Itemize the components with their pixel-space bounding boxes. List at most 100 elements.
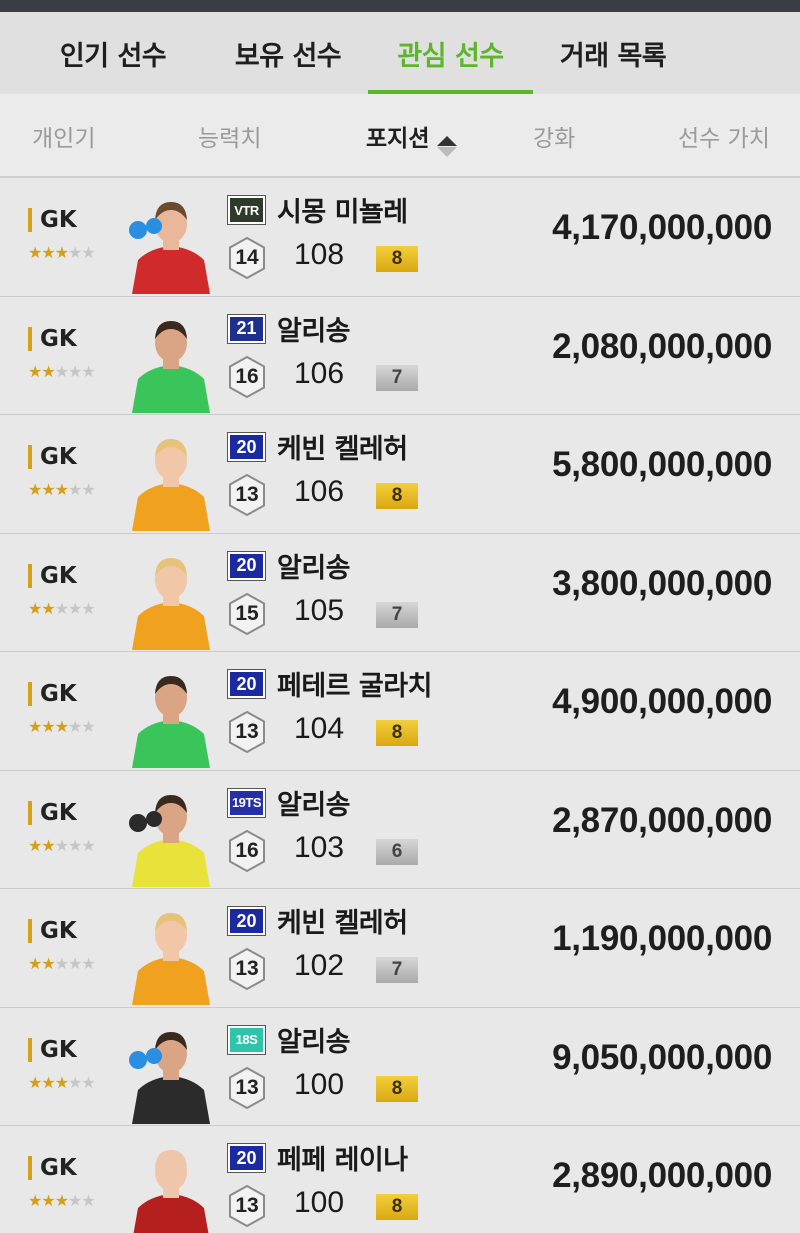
position-label: GK [28, 680, 77, 708]
sort-bar: 개인기 능력치 포지션 강화 선수 가치 [0, 94, 800, 178]
player-row-8[interactable]: GK ★★★★★ 18S 알리송 13 100 8 9,050,000,000 [0, 1007, 800, 1126]
level-hexagon: 13 [227, 947, 267, 991]
level-hexagon: 13 [227, 1066, 267, 1110]
star-icon: ★ [81, 598, 95, 618]
enhance-grade-badge: 7 [376, 957, 418, 983]
position-color-bar [28, 326, 32, 351]
level-hexagon: 14 [227, 236, 267, 280]
level-number: 13 [235, 720, 259, 743]
star-icon: ★ [41, 480, 55, 499]
enhance-grade-badge: 8 [376, 246, 418, 272]
player-row-1[interactable]: GK ★★★★★ VTR 시몽 미뇰레 14 108 8 4,170,000,0… [0, 178, 800, 297]
star-icon: ★ [54, 480, 69, 499]
player-row-6[interactable]: GK ★★★★★ 19TS 알리송 16 103 6 2,870,000,000 [0, 770, 800, 889]
level-hexagon: 13 [227, 1184, 267, 1228]
position-text: GK [40, 207, 77, 233]
tab-owned-players[interactable]: 보유 선수 [208, 12, 368, 94]
position-label: GK [28, 206, 77, 234]
position-text: GK [40, 1036, 77, 1063]
level-number: 13 [235, 1075, 259, 1099]
sort-position[interactable]: 포지션 [366, 94, 458, 178]
star-icon: ★ [41, 954, 55, 973]
overall-rating: 106 [294, 475, 345, 508]
star-rating: ★★★★★ [28, 954, 96, 973]
enhance-grade-badge: 7 [376, 364, 418, 391]
player-value: 3,800,000,000 [552, 563, 772, 603]
position-color-bar [28, 682, 32, 706]
star-icon: ★ [28, 480, 42, 499]
player-name: 알리송 [277, 315, 351, 347]
star-icon: ★ [28, 835, 42, 855]
position-text: GK [40, 799, 77, 826]
star-icon: ★ [54, 361, 69, 381]
position-color-bar [28, 1156, 32, 1180]
tab-trade-list[interactable]: 거래 목록 [533, 12, 693, 94]
star-icon: ★ [41, 598, 55, 618]
enhance-grade-badge: 8 [376, 1075, 418, 1102]
star-icon: ★ [68, 1191, 82, 1210]
player-row-5[interactable]: GK ★★★★★ 20 페테르 굴라치 13 104 8 4,900,000,0… [0, 652, 800, 771]
season-badge: 20 [228, 433, 265, 461]
star-icon: ★ [41, 1072, 55, 1092]
player-name: 알리송 [277, 552, 351, 584]
player-photo [120, 427, 222, 531]
star-rating: ★★★★★ [28, 243, 96, 262]
player-value: 2,870,000,000 [552, 800, 772, 840]
star-icon: ★ [68, 361, 82, 381]
sort-enhance[interactable]: 강화 [533, 94, 575, 178]
tab-popular-players[interactable]: 인기 선수 [18, 12, 208, 94]
player-name: 페테르 굴라치 [277, 671, 432, 702]
star-icon: ★ [54, 1191, 69, 1210]
sort-ability-label: 능력치 [198, 126, 262, 152]
player-row-4[interactable]: GK ★★★★★ 20 알리송 15 105 7 3,800,000,000 [0, 533, 800, 652]
position-color-bar [28, 919, 32, 943]
star-icon: ★ [81, 361, 95, 381]
season-badge: 18S [228, 1025, 265, 1054]
position-color-bar [28, 800, 32, 825]
player-row-2[interactable]: GK ★★★★★ 21 알리송 16 106 7 2,080,000,000 [0, 296, 800, 415]
tab-watchlist-players[interactable]: 관심 선수 [368, 12, 533, 94]
star-icon: ★ [68, 1072, 82, 1092]
enhance-grade-badge: 8 [376, 483, 418, 509]
level-hexagon: 16 [227, 355, 267, 399]
star-icon: ★ [54, 598, 69, 618]
star-icon: ★ [41, 835, 55, 855]
player-row-9[interactable]: GK ★★★★★ 20 페페 레이나 13 100 8 2,890,000,00… [0, 1126, 800, 1233]
position-label: GK [28, 562, 77, 590]
overall-rating: 102 [294, 949, 345, 982]
level-number: 16 [235, 364, 259, 388]
overall-rating: 100 [294, 1186, 345, 1219]
star-icon: ★ [28, 361, 42, 381]
season-badge: 19TS [228, 788, 265, 817]
level-hexagon: 15 [227, 592, 267, 636]
player-row-7[interactable]: GK ★★★★★ 20 케빈 켈레허 13 102 7 1,190,000,00… [0, 889, 800, 1008]
star-icon: ★ [28, 1072, 42, 1092]
star-icon: ★ [28, 954, 42, 973]
season-badge: 20 [228, 907, 265, 935]
position-label: GK [28, 917, 77, 945]
star-icon: ★ [68, 954, 82, 973]
sort-value[interactable]: 선수 가치 [678, 94, 770, 178]
overall-rating: 104 [294, 712, 345, 745]
star-icon: ★ [68, 243, 82, 262]
sort-popularity[interactable]: 개인기 [32, 94, 95, 178]
position-label: GK [28, 1036, 77, 1064]
level-hexagon: 16 [227, 829, 267, 873]
player-value: 4,170,000,000 [552, 208, 772, 247]
enhance-grade-badge: 8 [376, 720, 418, 746]
position-text: GK [40, 325, 77, 352]
star-icon: ★ [81, 480, 95, 499]
season-badge: 21 [228, 314, 265, 343]
enhance-grade-badge: 6 [376, 838, 418, 865]
position-text: GK [40, 444, 77, 470]
level-number: 15 [235, 601, 259, 625]
position-label: GK [28, 443, 77, 471]
player-row-3[interactable]: GK ★★★★★ 20 케빈 켈레허 13 106 8 5,800,000,00… [0, 415, 800, 534]
level-number: 14 [235, 246, 259, 269]
player-photo [120, 783, 222, 887]
sort-ability[interactable]: 능력치 [198, 94, 261, 178]
star-icon: ★ [41, 717, 55, 736]
star-rating: ★★★★★ [28, 1191, 96, 1210]
star-icon: ★ [68, 480, 82, 499]
tab-bar: 인기 선수 보유 선수 관심 선수 거래 목록 [0, 12, 800, 94]
